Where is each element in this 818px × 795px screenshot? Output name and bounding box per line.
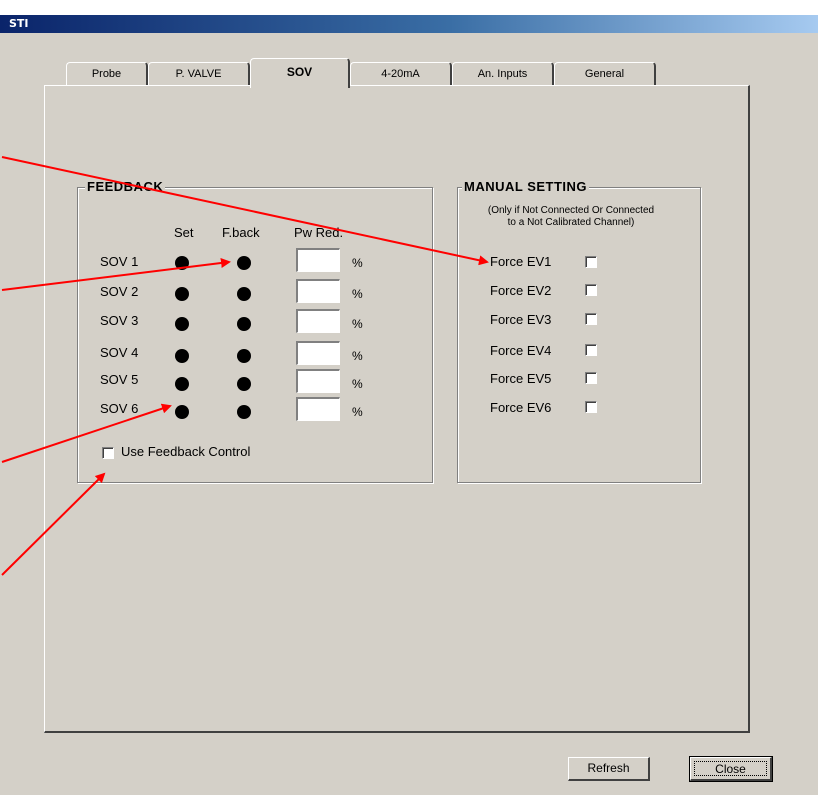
refresh-button[interactable]: Refresh	[568, 757, 650, 781]
sov-1-fback-indicator	[237, 256, 251, 270]
sov-6-label: SOV 6	[100, 401, 139, 416]
use-feedback-checkbox[interactable]	[102, 447, 114, 459]
force-ev4-label: Force EV4	[490, 343, 552, 358]
manual-setting-title: MANUAL SETTING	[462, 179, 590, 194]
refresh-button-label: Refresh	[587, 761, 630, 775]
force-ev2-checkbox[interactable]	[585, 284, 597, 296]
force-ev5-label: Force EV5	[490, 371, 552, 386]
sov-1-label: SOV 1	[100, 254, 139, 269]
sov-2-pwred-input[interactable]	[296, 279, 340, 303]
sov-2-fback-indicator	[237, 287, 251, 301]
force-ev4-checkbox[interactable]	[585, 344, 597, 356]
sov-tab-panel: FEEDBACK Set F.back Pw Red. SOV 1 % SOV …	[44, 85, 750, 733]
sov-5-pct: %	[352, 377, 363, 391]
sov-3-fback-indicator	[237, 317, 251, 331]
col-pwred-header: Pw Red.	[294, 225, 344, 240]
col-set-header: Set	[174, 225, 194, 240]
tab-4-20ma[interactable]: 4-20mA	[350, 62, 452, 86]
sov-6-set-indicator	[175, 405, 189, 419]
force-ev1-checkbox[interactable]	[585, 256, 597, 268]
sov-3-label: SOV 3	[100, 313, 139, 328]
force-ev3-label: Force EV3	[490, 312, 552, 327]
sov-2-label: SOV 2	[100, 284, 139, 299]
title-bar: STI	[0, 15, 818, 33]
sov-1-set-indicator	[175, 256, 189, 270]
tab-general[interactable]: General	[554, 62, 656, 86]
sov-5-pwred-input[interactable]	[296, 369, 340, 393]
manual-setting-subtitle-2: to a Not Calibrated Channel)	[507, 217, 635, 228]
force-ev1-label: Force EV1	[490, 254, 552, 269]
force-ev3-checkbox[interactable]	[585, 313, 597, 325]
manual-setting-subtitle-1: (Only if Not Connected Or Connected	[487, 205, 655, 216]
force-ev5-checkbox[interactable]	[585, 372, 597, 384]
app-window: STI Probe P. VALVE SOV 4-20mA An. Inputs…	[0, 15, 818, 795]
sov-5-fback-indicator	[237, 377, 251, 391]
sov-4-set-indicator	[175, 349, 189, 363]
sov-1-pct: %	[352, 256, 363, 270]
col-fback-header: F.back	[222, 225, 260, 240]
manual-setting-group: MANUAL SETTING (Only if Not Connected Or…	[457, 179, 701, 483]
feedback-group: FEEDBACK Set F.back Pw Red. SOV 1 % SOV …	[77, 179, 433, 483]
sov-5-set-indicator	[175, 377, 189, 391]
sov-4-fback-indicator	[237, 349, 251, 363]
sov-3-pwred-input[interactable]	[296, 309, 340, 333]
close-button-label: Close	[694, 761, 767, 776]
sov-6-fback-indicator	[237, 405, 251, 419]
sov-6-pct: %	[352, 405, 363, 419]
force-ev2-label: Force EV2	[490, 283, 552, 298]
sov-2-set-indicator	[175, 287, 189, 301]
sov-1-pwred-input[interactable]	[296, 248, 340, 272]
sov-2-pct: %	[352, 287, 363, 301]
close-button[interactable]: Close	[689, 756, 773, 782]
sov-5-label: SOV 5	[100, 372, 139, 387]
force-ev6-label: Force EV6	[490, 400, 552, 415]
sov-3-set-indicator	[175, 317, 189, 331]
use-feedback-label[interactable]: Use Feedback Control	[121, 444, 250, 459]
sov-4-pct: %	[352, 349, 363, 363]
tab-sov[interactable]: SOV	[250, 58, 350, 88]
sov-6-pwred-input[interactable]	[296, 397, 340, 421]
force-ev6-checkbox[interactable]	[585, 401, 597, 413]
feedback-title: FEEDBACK	[85, 179, 166, 194]
sov-4-label: SOV 4	[100, 345, 139, 360]
sov-3-pct: %	[352, 317, 363, 331]
sov-4-pwred-input[interactable]	[296, 341, 340, 365]
tab-probe[interactable]: Probe	[66, 62, 148, 86]
tab-p-valve[interactable]: P. VALVE	[148, 62, 250, 86]
tab-an-inputs[interactable]: An. Inputs	[452, 62, 554, 86]
